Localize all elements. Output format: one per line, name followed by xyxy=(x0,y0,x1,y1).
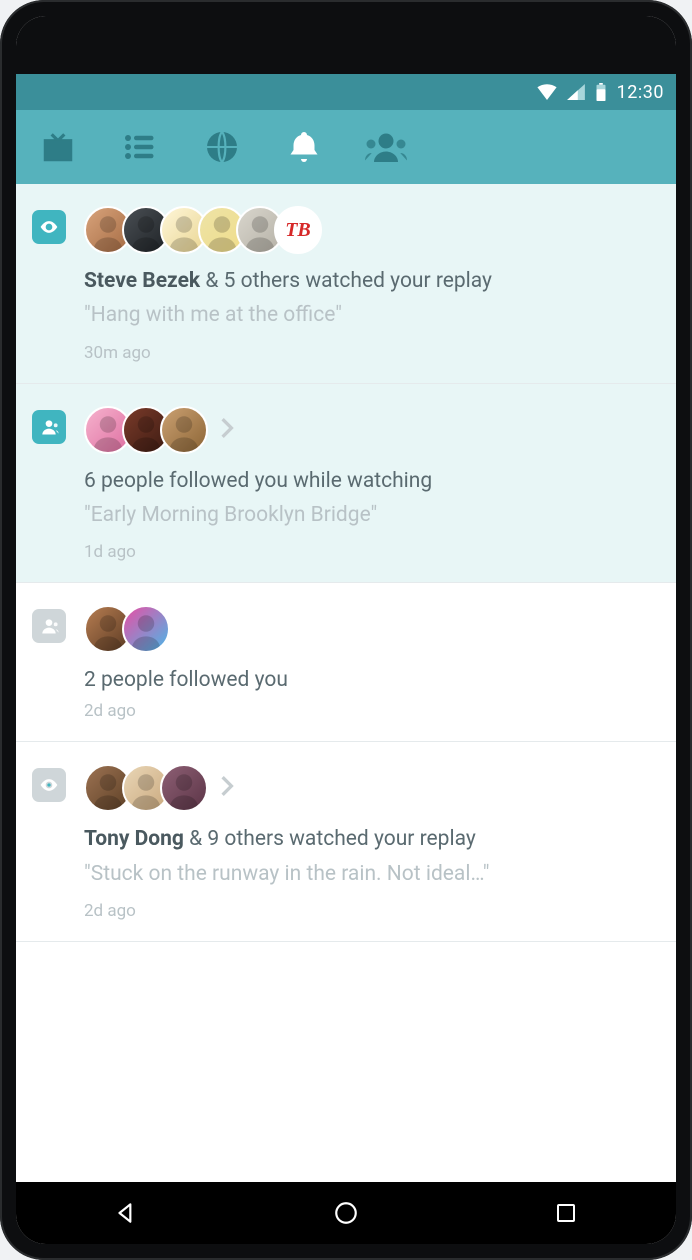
notification-title-rest: 6 people followed you while watching xyxy=(84,469,432,493)
tab-tv[interactable] xyxy=(32,121,84,173)
notification-item[interactable]: 6 people followed you while watching "Ear… xyxy=(16,384,676,584)
notification-title-rest: & 9 others watched your replay xyxy=(184,827,476,851)
nav-home-button[interactable] xyxy=(311,1191,381,1235)
notification-title: Steve Bezek & 5 others watched your repl… xyxy=(84,268,660,294)
group-icon xyxy=(32,609,66,643)
notification-title-bold: Tony Dong xyxy=(84,827,184,851)
chevron-right-icon xyxy=(220,775,234,801)
group-icon xyxy=(32,410,66,444)
notification-item[interactable]: TB Steve Bezek & 5 others watched your re… xyxy=(16,184,676,384)
tab-bar xyxy=(16,110,676,184)
tab-globe[interactable] xyxy=(196,121,248,173)
notification-body: 6 people followed you while watching "Ear… xyxy=(84,406,660,563)
notification-item[interactable]: Tony Dong & 9 others watched your replay… xyxy=(16,742,676,942)
avatar[interactable]: TB xyxy=(274,206,322,254)
avatar-row: TB xyxy=(84,206,660,254)
notification-time: 2d ago xyxy=(84,901,660,921)
avatar-row xyxy=(84,406,660,454)
wifi-icon xyxy=(537,84,557,100)
phone-frame: 12:30 TB Steve Bezek & 5 others watched y… xyxy=(0,0,692,1260)
chevron-right-icon xyxy=(220,417,234,443)
cell-signal-icon xyxy=(567,84,585,100)
notification-title: Tony Dong & 9 others watched your replay xyxy=(84,826,660,852)
tab-list[interactable] xyxy=(114,121,166,173)
eye-icon xyxy=(32,768,66,802)
avatar[interactable] xyxy=(160,764,208,812)
notification-title-bold: Steve Bezek xyxy=(84,269,200,293)
tab-people[interactable] xyxy=(360,121,412,173)
status-time: 12:30 xyxy=(617,82,664,103)
notification-subtitle: "Hang with me at the office" xyxy=(84,302,660,328)
notification-body: Tony Dong & 9 others watched your replay… xyxy=(84,764,660,921)
tab-notifications[interactable] xyxy=(278,121,330,173)
avatar-row xyxy=(84,764,660,812)
avatar-row xyxy=(84,605,660,653)
notification-title-rest: & 5 others watched your replay xyxy=(200,269,492,293)
avatar[interactable] xyxy=(122,605,170,653)
notification-subtitle: "Stuck on the runway in the rain. Not id… xyxy=(84,861,660,887)
notification-time: 30m ago xyxy=(84,343,660,363)
android-nav-bar xyxy=(16,1182,676,1244)
notification-body: 2 people followed you 2d ago xyxy=(84,605,660,721)
eye-icon xyxy=(32,210,66,244)
phone-bezel-top xyxy=(16,16,676,74)
battery-icon xyxy=(595,83,607,101)
notification-subtitle: "Early Morning Brooklyn Bridge" xyxy=(84,502,660,528)
notification-item[interactable]: 2 people followed you 2d ago xyxy=(16,583,676,742)
notification-time: 2d ago xyxy=(84,701,660,721)
notification-title-rest: 2 people followed you xyxy=(84,668,288,692)
nav-back-button[interactable] xyxy=(91,1191,161,1235)
notification-title: 2 people followed you xyxy=(84,667,660,693)
notification-time: 1d ago xyxy=(84,542,660,562)
nav-recent-button[interactable] xyxy=(531,1191,601,1235)
notifications-list[interactable]: TB Steve Bezek & 5 others watched your re… xyxy=(16,184,676,1182)
status-bar: 12:30 xyxy=(16,74,676,110)
avatar[interactable] xyxy=(160,406,208,454)
notification-title: 6 people followed you while watching xyxy=(84,468,660,494)
notification-body: TB Steve Bezek & 5 others watched your re… xyxy=(84,206,660,363)
phone-screen: 12:30 TB Steve Bezek & 5 others watched y… xyxy=(16,16,676,1244)
